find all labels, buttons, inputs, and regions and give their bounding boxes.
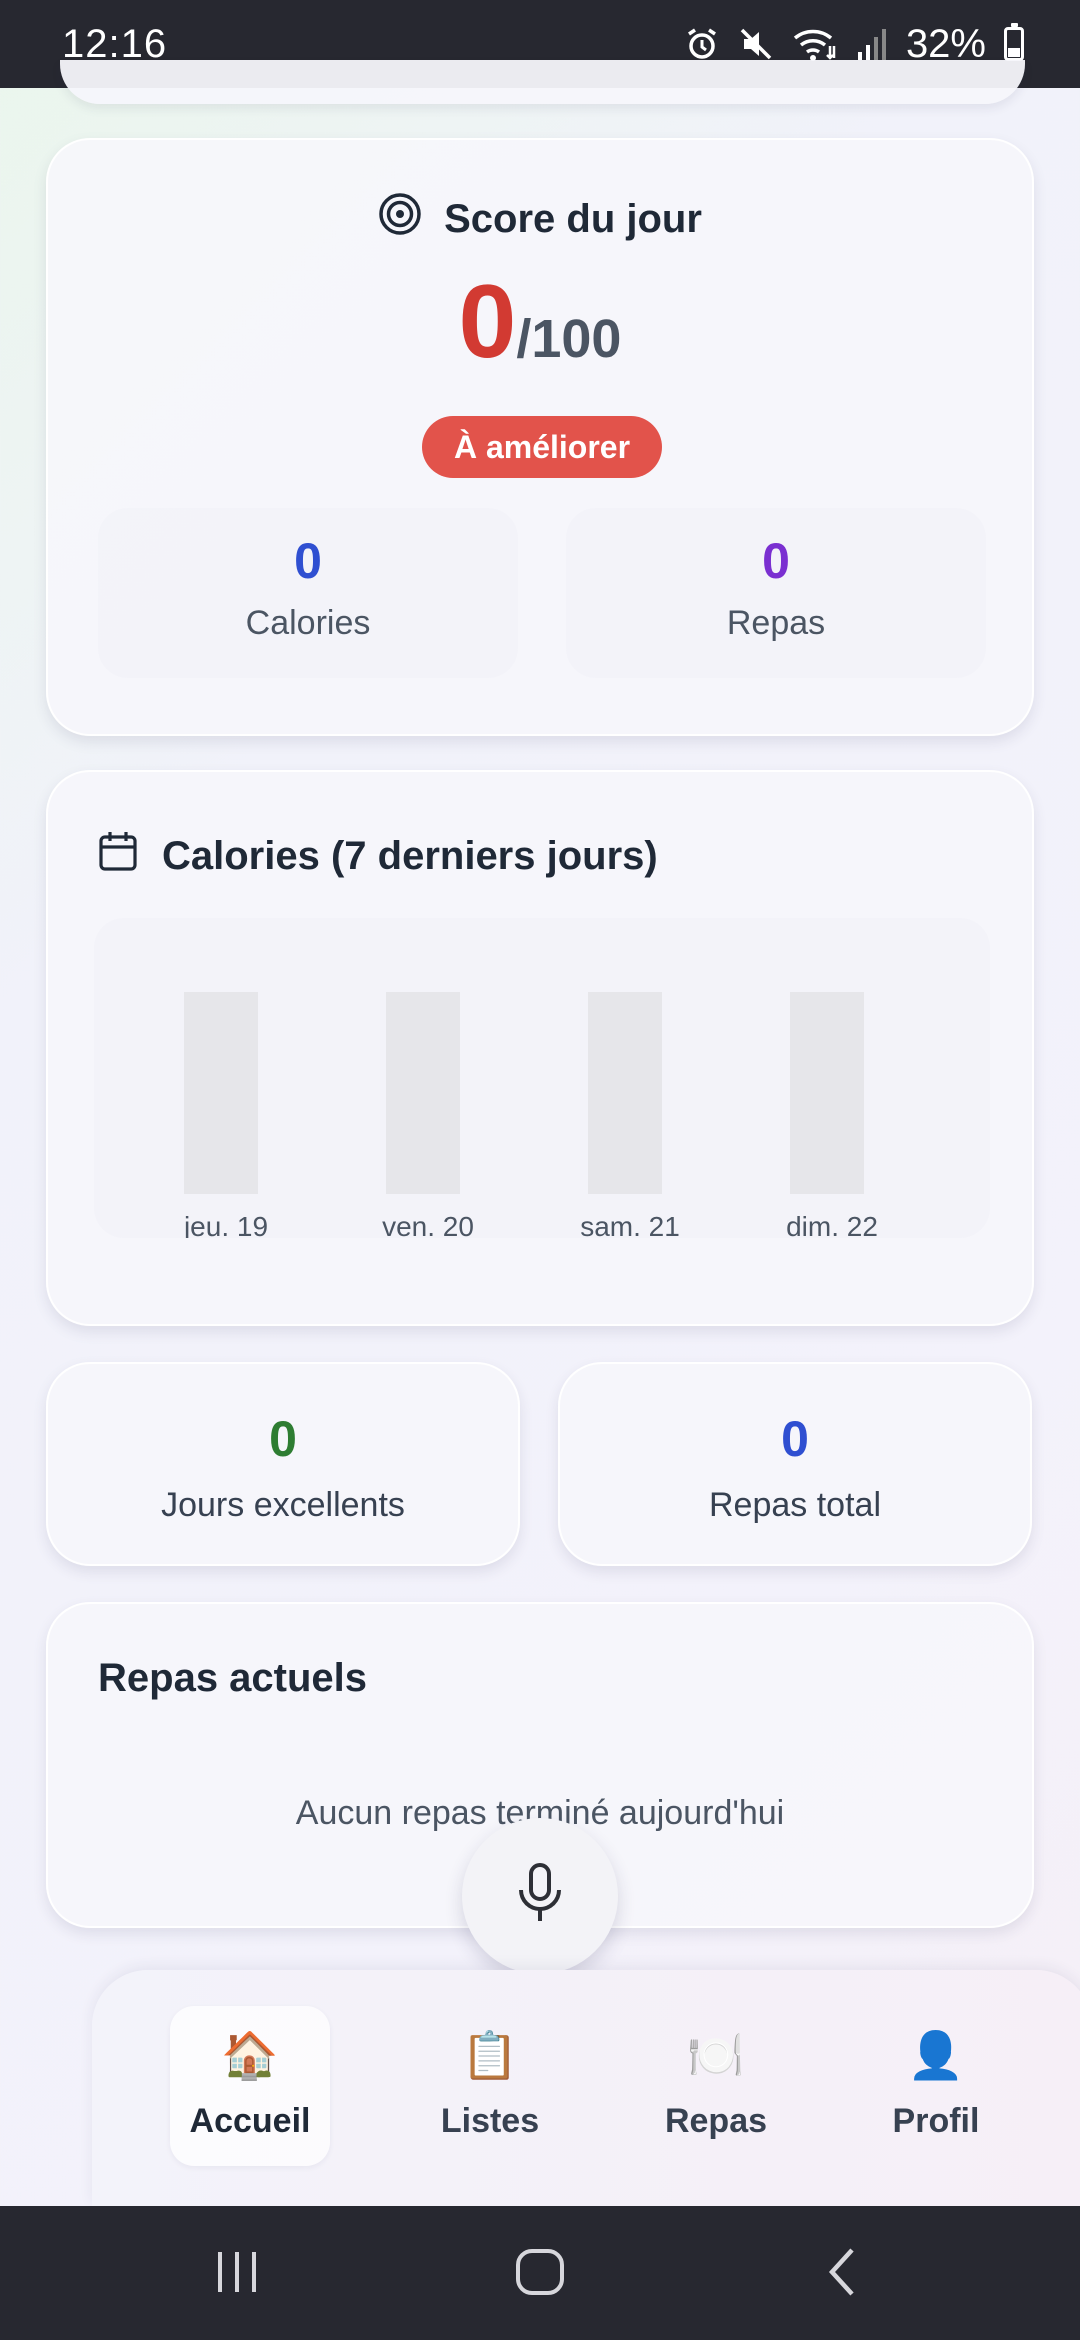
mute-icon [738,26,774,62]
excellent-days-card: 0 Jours excellents [46,1362,520,1566]
target-icon [378,192,422,246]
nav-home-label: Accueil [189,2102,311,2140]
chart-area: jeu. 19 ven. 20 sam. 21 dim. 22 [94,918,990,1238]
nav-lists[interactable]: 📋 Listes [410,2006,570,2166]
calories-chart-card: Calories (7 derniers jours) jeu. 19 ven. … [46,770,1034,1326]
back-icon[interactable] [822,2242,862,2307]
chart-x-tick-label: dim. 22 [786,1211,878,1238]
chart-bar-4 [790,992,864,1194]
recent-apps-icon[interactable] [214,2242,260,2307]
home-icon: 🏠 [221,2029,279,2081]
score-status-badge: À améliorer [422,416,662,478]
system-navigation-bar [0,2206,1080,2340]
meals-label: Repas [726,604,826,642]
score-value: 0/100 [48,270,1032,374]
microphone-icon [514,1862,566,1931]
meals-stat: 0 Repas [566,508,986,678]
current-meals-title: Repas actuels [98,1656,368,1700]
score-card: Score du jour 0/100 À améliorer 0 Calori… [46,138,1034,736]
chart-bar-3 [588,992,662,1194]
previous-card-edge [60,60,1025,104]
voice-input-button[interactable] [462,1818,618,1974]
chart-bar-2 [386,992,460,1194]
chart-bar-1 [184,992,258,1194]
alarm-icon [684,26,720,62]
calories-label: Calories [245,604,371,642]
total-meals-label: Repas total [709,1486,881,1524]
nav-profile-label: Profil [892,2102,980,2140]
battery-icon [1004,23,1024,61]
calories-stat: 0 Calories [98,508,518,678]
score-title-row: Score du jour [48,192,1032,246]
excellent-days-label: Jours excellents [161,1486,405,1524]
chart-x-tick-label: sam. 21 [580,1211,680,1238]
score-number: 0 [458,264,517,380]
nav-meals-label: Repas [664,2102,768,2140]
chart-x-tick-label: ven. 20 [382,1211,474,1238]
total-meals-value: 0 [781,1411,809,1467]
total-meals-card: 0 Repas total [558,1362,1032,1566]
nav-meals[interactable]: 🍽️ Repas [636,2006,796,2166]
score-title: Score du jour [444,196,702,241]
calendar-icon [98,830,138,882]
chart-title: Calories (7 derniers jours) [162,833,658,878]
profile-icon: 👤 [907,2029,965,2081]
nav-lists-label: Listes [440,2102,540,2140]
signal-icon [856,26,888,62]
home-icon[interactable] [512,2242,568,2307]
score-max: /100 [516,309,622,369]
excellent-days-value: 0 [269,1411,297,1467]
clipboard-icon: 📋 [461,2029,519,2081]
nav-profile[interactable]: 👤 Profil [856,2006,1016,2166]
chart-title-row: Calories (7 derniers jours) [98,830,658,882]
wifi-icon [792,26,838,62]
meals-value: 0 [762,533,790,589]
plate-icon: 🍽️ [687,2029,745,2081]
chart-x-tick-label: jeu. 19 [183,1211,268,1238]
nav-home[interactable]: 🏠 Accueil [170,2006,330,2166]
calories-value: 0 [294,533,322,589]
calories-bar-chart: jeu. 19 ven. 20 sam. 21 dim. 22 [183,992,878,1238]
bottom-navigation: 🏠 Accueil 📋 Listes 🍽️ Repas 👤 Profil [92,1970,1080,2206]
